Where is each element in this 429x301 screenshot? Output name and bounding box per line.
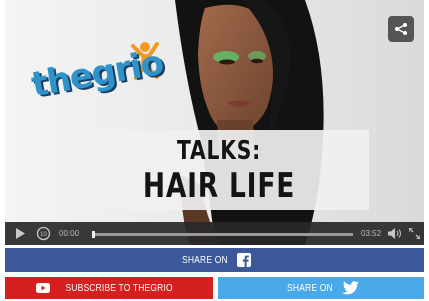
logo-text: thegrio [28, 42, 167, 106]
youtube-icon [35, 283, 50, 293]
fullscreen-icon [409, 228, 420, 239]
video-title-line1: TALKS: [177, 136, 261, 166]
thegrio-logo: thegrio [29, 40, 171, 105]
fullscreen-button[interactable] [409, 228, 420, 239]
seek-handle[interactable] [92, 231, 95, 238]
volume-icon [388, 228, 401, 239]
facebook-icon [237, 253, 252, 267]
play-icon [16, 228, 25, 239]
seek-bar[interactable] [93, 233, 353, 236]
player-controls: 10 00:00 03:52 [5, 222, 424, 245]
volume-button[interactable] [388, 228, 402, 239]
video-player[interactable]: thegrio TALKS: HAIR LIFE 10 00:00 03:52 [5, 0, 424, 245]
duration: 03:52 [361, 229, 382, 238]
video-title-card: TALKS: HAIR LIFE [69, 130, 369, 210]
share-on-facebook-button[interactable]: SHARE ON [5, 248, 424, 272]
subscribe-youtube-button[interactable]: SUBSCRIBE TO THEGRIO [5, 277, 213, 299]
share-icon [395, 23, 407, 35]
play-button[interactable] [15, 228, 25, 239]
subscribe-youtube-label: SUBSCRIBE TO THEGRIO [65, 282, 173, 294]
rewind-10-icon: 10 [36, 226, 51, 241]
share-on-twitter-label: SHARE ON [286, 282, 333, 294]
rewind-10-button[interactable]: 10 [36, 226, 51, 241]
svg-text:10: 10 [40, 232, 47, 238]
share-on-twitter-button[interactable]: SHARE ON [218, 277, 424, 299]
share-button[interactable] [388, 16, 414, 42]
twitter-icon [342, 281, 360, 295]
video-title-line2: HAIR LIFE [142, 166, 296, 206]
current-time: 00:00 [59, 229, 80, 238]
share-on-facebook-label: SHARE ON [181, 254, 228, 266]
